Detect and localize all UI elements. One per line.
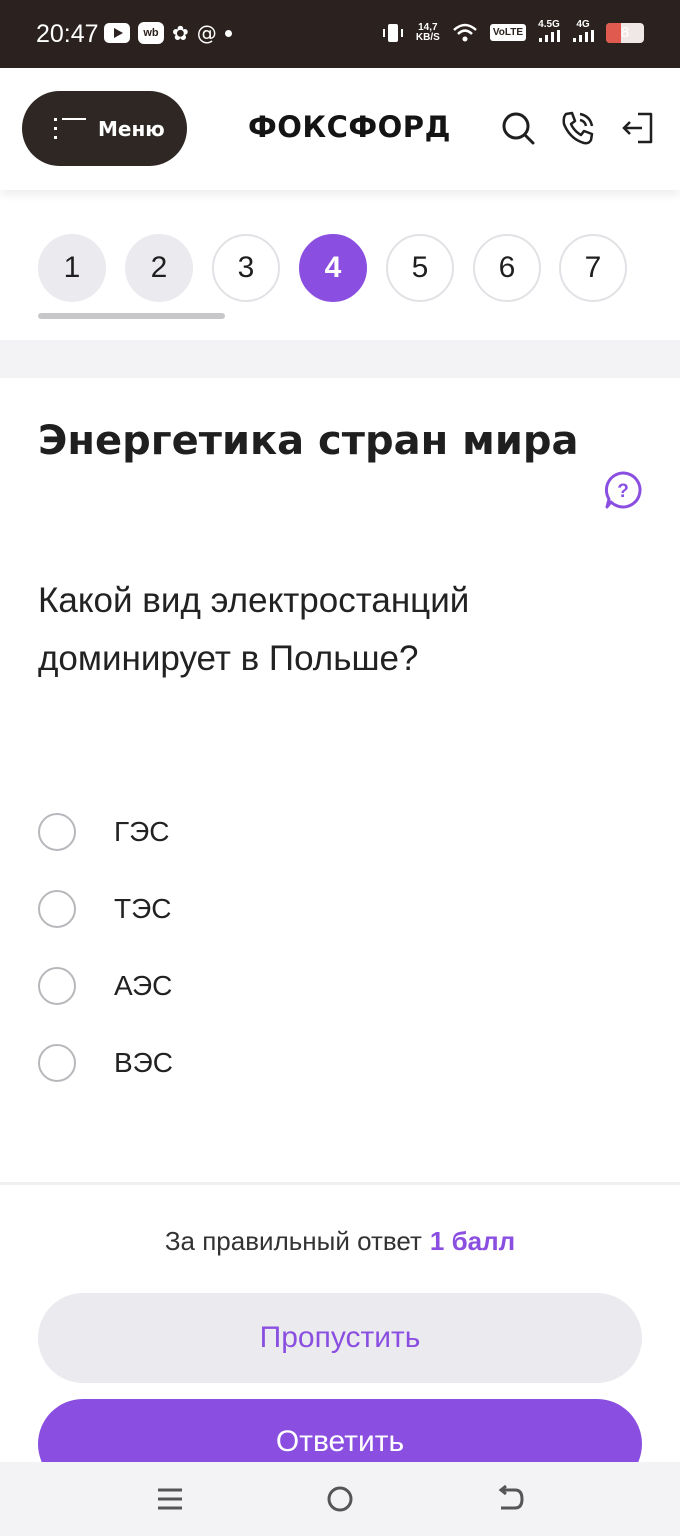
- app-header: Меню ФОКСФОРД: [0, 68, 680, 190]
- system-nav-bar: [0, 1462, 680, 1536]
- question-tab-7[interactable]: 7: [559, 234, 627, 302]
- signal-4g: 4G: [572, 20, 594, 45]
- status-bar: 20:47 wb ✿ @ 14,7 KB/S VoLTE 4.5G 4G 8: [0, 0, 680, 68]
- signal-45g: 4.5G: [538, 20, 560, 45]
- system-icons: 14,7 KB/S VoLTE 4.5G 4G 8: [382, 20, 644, 45]
- question-tab-4[interactable]: 4: [299, 234, 367, 302]
- back-icon[interactable]: [493, 1482, 527, 1516]
- skip-button[interactable]: Пропустить: [38, 1293, 642, 1383]
- score-info: За правильный ответ 1 балл: [0, 1226, 680, 1257]
- wb-app-icon: wb: [138, 22, 164, 44]
- question-tab-6[interactable]: 6: [473, 234, 541, 302]
- answer-option[interactable]: АЭС: [38, 966, 438, 1006]
- answer-label: АЭС: [114, 970, 173, 1001]
- tabs-scrollbar[interactable]: [38, 313, 225, 319]
- answer-option[interactable]: ГЭС: [38, 812, 438, 852]
- login-icon[interactable]: [618, 108, 658, 148]
- battery-icon: 8: [606, 22, 644, 43]
- status-time: 20:47: [36, 20, 99, 48]
- radio-button[interactable]: [38, 890, 76, 928]
- menu-button[interactable]: Меню: [22, 91, 187, 166]
- answer-option[interactable]: ВЭС: [38, 1043, 438, 1083]
- signal-45g-label: 4.5G: [538, 19, 560, 30]
- battery-fill: [606, 22, 622, 43]
- radio-button[interactable]: [38, 1044, 76, 1082]
- answer-label: ТЭС: [114, 893, 172, 924]
- notification-icons: wb ✿ @: [104, 22, 232, 44]
- answer-label: ГЭС: [114, 816, 170, 847]
- question-text: Какой вид электростанций доминирует в По…: [38, 581, 470, 678]
- brand-logo[interactable]: ФОКСФОРД: [248, 110, 451, 144]
- at-icon: @: [196, 21, 217, 45]
- net-speed: 14,7 KB/S: [415, 21, 440, 43]
- signal-4g-label: 4G: [576, 19, 590, 30]
- svg-text:?: ?: [617, 481, 629, 502]
- recent-apps-icon[interactable]: [153, 1482, 187, 1516]
- menu-label: Меню: [98, 116, 165, 141]
- net-speed-value: 14,7: [418, 21, 438, 33]
- question-tab-2[interactable]: 2: [125, 234, 193, 302]
- radio-button[interactable]: [38, 813, 76, 851]
- question-tab-3[interactable]: 3: [212, 234, 280, 302]
- score-label: За правильный ответ: [164, 1226, 422, 1256]
- menu-icon: [54, 117, 86, 140]
- help-icon[interactable]: ?: [603, 470, 643, 510]
- answer-label: ВЭС: [114, 1047, 174, 1078]
- radio-button[interactable]: [38, 967, 76, 1005]
- volte-badge: VoLTE: [489, 24, 526, 41]
- signal-bars-icon: [573, 30, 594, 42]
- section-divider: [0, 340, 680, 378]
- score-value: 1 балл: [429, 1226, 516, 1256]
- question-tab-5[interactable]: 5: [386, 234, 454, 302]
- question-tabs: 1 2 3 4 5 6 7: [38, 234, 638, 304]
- net-speed-unit: KB/S: [415, 31, 440, 43]
- phone-icon[interactable]: [558, 108, 598, 148]
- search-icon[interactable]: [498, 108, 538, 148]
- answer-option[interactable]: ТЭС: [38, 889, 438, 929]
- battery-level: 8: [620, 23, 630, 41]
- more-notifications-dot: [224, 29, 232, 37]
- question-tab-1[interactable]: 1: [38, 234, 106, 302]
- wifi-icon: [452, 23, 477, 41]
- home-icon[interactable]: [323, 1482, 357, 1516]
- signal-bars-icon: [539, 30, 560, 42]
- youtube-icon: [104, 23, 130, 43]
- vibrate-icon: [382, 23, 403, 42]
- task-title: Энергетика стран мира: [38, 418, 579, 464]
- app-notification-icon: ✿: [172, 21, 189, 45]
